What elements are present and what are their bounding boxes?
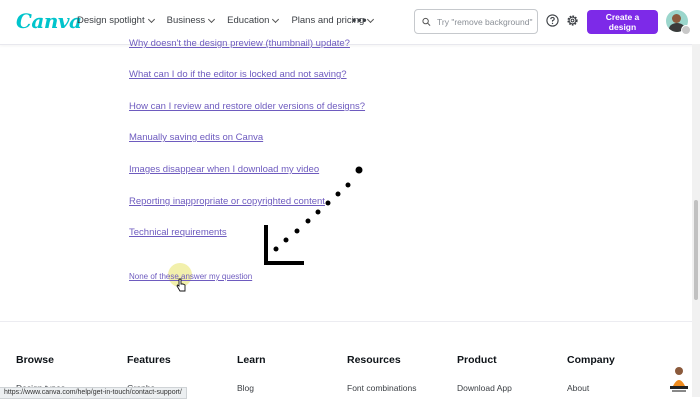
footer-link[interactable]: Download App bbox=[457, 383, 512, 393]
create-design-button[interactable]: Create a design bbox=[587, 10, 658, 34]
help-link[interactable]: Why doesn't the design preview (thumbnai… bbox=[129, 38, 350, 49]
hand-cursor-icon bbox=[176, 278, 186, 292]
channel-watermark-logo bbox=[670, 367, 688, 392]
browser-status-url: https://www.canva.com/help/get-in-touch/… bbox=[0, 387, 187, 399]
chevron-down-icon bbox=[272, 15, 280, 23]
footer-column-learn: Learn Blog bbox=[237, 354, 266, 393]
footer-heading: Product bbox=[457, 354, 497, 366]
footer-heading: Browse bbox=[16, 354, 54, 366]
nav-design-spotlight[interactable]: Design spotlight bbox=[77, 15, 155, 26]
footer-heading: Company bbox=[567, 354, 615, 366]
footer-link[interactable]: About bbox=[567, 383, 615, 393]
footer-heading: Features bbox=[127, 354, 171, 366]
help-link[interactable]: Technical requirements bbox=[129, 227, 227, 238]
help-link[interactable]: How can I review and restore older versi… bbox=[129, 101, 365, 112]
chevron-down-icon bbox=[208, 15, 216, 23]
help-icon[interactable] bbox=[546, 14, 559, 27]
canva-logo[interactable]: Canva bbox=[16, 9, 82, 33]
nav-education[interactable]: Education bbox=[227, 15, 280, 26]
more-menu-button[interactable]: ••• bbox=[352, 13, 368, 27]
dotted-line-overlay-icon bbox=[264, 166, 363, 265]
none-of-these-link[interactable]: None of these answer my question bbox=[129, 272, 252, 281]
nav-label: Business bbox=[166, 15, 206, 26]
footer-column-company: Company About bbox=[567, 354, 615, 393]
footer-heading: Learn bbox=[237, 354, 266, 366]
chevron-down-icon bbox=[147, 15, 155, 23]
footer-column-product: Product Download App bbox=[457, 354, 512, 393]
footer-heading: Resources bbox=[347, 354, 401, 366]
footer-link[interactable]: Font combinations bbox=[347, 383, 416, 393]
nav-business[interactable]: Business bbox=[166, 15, 216, 26]
search-icon bbox=[422, 17, 431, 26]
account-badge bbox=[681, 25, 691, 35]
search-box[interactable] bbox=[414, 9, 538, 34]
main-nav: Design spotlight Business Education Plan… bbox=[77, 15, 386, 26]
footer-divider bbox=[0, 321, 700, 322]
search-input[interactable] bbox=[435, 15, 537, 28]
chevron-down-icon bbox=[367, 15, 375, 23]
scrollbar-thumb[interactable] bbox=[694, 200, 698, 300]
help-link[interactable]: Manually saving edits on Canva bbox=[129, 132, 263, 143]
gear-icon[interactable] bbox=[566, 14, 579, 27]
help-link[interactable]: What can I do if the editor is locked an… bbox=[129, 69, 347, 80]
footer-link[interactable]: Blog bbox=[237, 383, 266, 393]
nav-label: Education bbox=[227, 15, 270, 26]
nav-label: Design spotlight bbox=[77, 15, 145, 26]
footer-column-resources: Resources Font combinations bbox=[347, 354, 416, 393]
top-header: Canva Design spotlight Business Educatio… bbox=[0, 0, 700, 45]
avatar-head bbox=[672, 14, 681, 23]
